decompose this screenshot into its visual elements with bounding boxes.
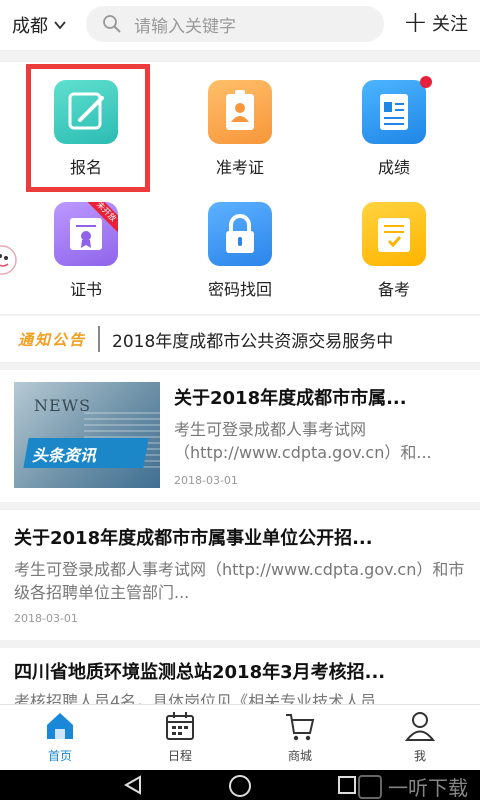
tile-score[interactable]: 成绩: [334, 62, 454, 182]
search-placeholder: 请输入关键字: [134, 16, 236, 37]
calendar-icon: [166, 712, 194, 740]
tile-label: 证书: [69, 280, 102, 299]
bottom-tab-bar: 首页 日程 商城 我: [0, 704, 480, 770]
mascot-icon: [0, 245, 17, 275]
tile-label: 备考: [377, 280, 410, 299]
cart-icon: [286, 714, 315, 741]
tab-home[interactable]: 首页: [0, 709, 120, 769]
tile-certificate[interactable]: 未开放 证书: [26, 184, 146, 304]
watermark: 一听下载: [358, 772, 468, 800]
news-item[interactable]: 关于2018年度成都市市属事业单位公开招... 考生可登录成都人事考试网（htt…: [0, 510, 480, 640]
plus-icon: +: [402, 5, 428, 40]
chevron-down-icon: [54, 21, 66, 30]
follow-button[interactable]: + 关注: [402, 5, 468, 40]
feature-grid: 报名 准考证 成绩 未开放 证书 密码找回 备考: [0, 62, 480, 314]
tab-mall[interactable]: 商城: [240, 709, 360, 769]
notice-tag: 通知公告: [18, 330, 87, 349]
tile-label: 准考证: [215, 158, 264, 177]
thumbnail-news-text: NEWS: [34, 396, 92, 415]
notice-text: 2018年度成都市公共资源交易服务中: [112, 331, 394, 352]
person-icon: [404, 712, 436, 741]
tile-password-recovery[interactable]: 密码找回: [180, 184, 300, 304]
search-icon: [103, 15, 121, 33]
news-summary: 考生可登录成都人事考试网（http://www.cdpta.gov.cn）和市级…: [14, 560, 465, 602]
city-label: 成都: [12, 16, 48, 37]
not-open-ribbon: 未开放: [86, 202, 118, 234]
notification-dot: [420, 76, 432, 88]
notice-divider: [98, 326, 101, 352]
notice-bar[interactable]: 通知公告 2018年度成都市公共资源交易服务中: [0, 316, 480, 362]
certificate-icon: 未开放: [54, 202, 118, 266]
home-circle-icon[interactable]: [228, 774, 252, 798]
news-summary: 考生可登录成都人事考试网（http://www.cdpta.gov.cn）和..…: [174, 420, 432, 462]
news-title: 关于2018年度成都市市属事业单位公开招...: [14, 528, 373, 549]
thumbnail-band: 头条资讯: [23, 438, 149, 468]
selection-highlight: [26, 64, 150, 192]
score-sheet-icon: [362, 80, 426, 144]
admission-ticket-icon: [208, 80, 272, 144]
prep-folder-icon: [362, 202, 426, 266]
back-icon[interactable]: [122, 774, 144, 796]
tab-me[interactable]: 我: [360, 709, 480, 769]
tile-admission-ticket[interactable]: 准考证: [180, 62, 300, 182]
tab-label: 商城: [287, 749, 312, 763]
top-bar: 成都 请输入关键字 + 关注: [0, 0, 480, 50]
tile-label: 成绩: [377, 158, 410, 177]
news-title: 关于2018年度成都市市属...: [174, 388, 407, 409]
city-selector[interactable]: 成都: [12, 12, 82, 38]
news-date: 2018-03-01: [14, 612, 78, 625]
home-icon: [47, 713, 73, 739]
news-item[interactable]: NEWS 头条资讯 关于2018年度成都市市属... 考生可登录成都人事考试网（…: [0, 370, 480, 502]
lock-icon: [208, 202, 272, 266]
news-thumbnail: NEWS 头条资讯: [14, 382, 160, 488]
tab-label: 我: [413, 749, 426, 763]
tab-label: 首页: [47, 749, 72, 763]
tile-prep[interactable]: 备考: [334, 184, 454, 304]
tab-schedule[interactable]: 日程: [120, 709, 240, 769]
system-nav-bar: 一听下载: [0, 770, 480, 800]
tab-label: 日程: [167, 749, 192, 763]
tile-label: 密码找回: [207, 280, 272, 299]
watermark-logo-icon: [358, 774, 382, 799]
news-date: 2018-03-01: [174, 474, 238, 487]
recents-icon[interactable]: [336, 774, 358, 796]
search-input[interactable]: 请输入关键字: [86, 6, 384, 42]
news-item[interactable]: 四川省地质环境监测总站2018年3月考核招... 考核招聘人员4名，具体岗位见《…: [0, 648, 480, 706]
news-title: 四川省地质环境监测总站2018年3月考核招...: [14, 662, 386, 683]
follow-label: 关注: [432, 14, 468, 35]
